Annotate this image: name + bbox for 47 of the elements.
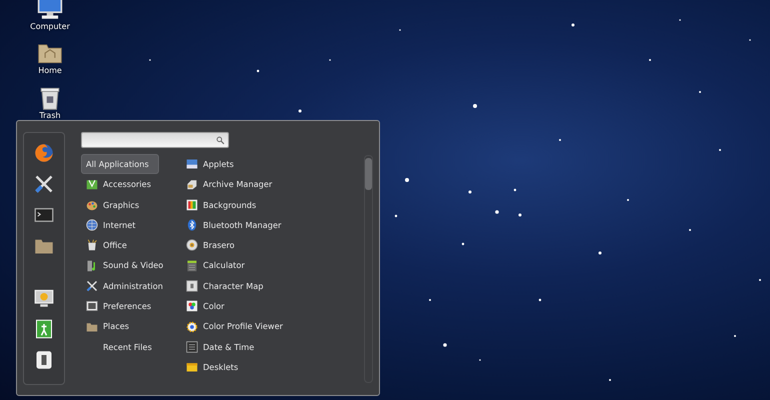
panel-icon <box>186 158 198 170</box>
note-icon <box>186 361 198 374</box>
color-bars-icon <box>186 198 198 211</box>
application-item[interactable]: Calculator <box>183 255 290 276</box>
icon-label[interactable]: Trash <box>39 111 61 121</box>
application-item[interactable]: Desklets <box>183 356 290 378</box>
computer-icon[interactable] <box>37 0 63 22</box>
globe-icon[interactable] <box>34 143 54 163</box>
application-item[interactable]: Date & Time <box>183 336 290 357</box>
search-icon <box>216 136 225 144</box>
category-item[interactable]: All Applications <box>81 154 159 174</box>
box-icon <box>186 178 198 190</box>
application-item[interactable]: Color <box>183 296 290 316</box>
panel-icon <box>86 300 98 312</box>
terminal-icon[interactable] <box>34 205 54 225</box>
category-item[interactable]: Office <box>81 235 159 256</box>
bluetooth-icon <box>186 219 198 232</box>
monitor-icon[interactable] <box>34 288 54 308</box>
icon-label[interactable]: Computer <box>30 22 70 32</box>
exit-icon[interactable] <box>34 319 54 339</box>
application-item[interactable]: Bluetooth Manager <box>183 214 290 236</box>
application-item[interactable]: Applets <box>183 154 290 174</box>
category-item[interactable]: Accessories <box>81 174 159 195</box>
disc-icon <box>186 239 198 252</box>
gear-icon <box>186 320 198 333</box>
cup-icon <box>86 239 98 252</box>
application-item[interactable]: Archive Manager <box>183 174 290 195</box>
category-item[interactable]: Internet <box>81 214 159 236</box>
search-field[interactable] <box>81 132 229 148</box>
application-item[interactable]: Character Map <box>183 276 290 296</box>
icon-label[interactable]: Home <box>38 66 62 76</box>
palette-icon <box>86 198 98 211</box>
film-icon <box>86 260 98 272</box>
calculator-icon <box>186 260 198 272</box>
phone-icon[interactable] <box>34 350 54 370</box>
category-item[interactable]: Places <box>81 316 159 337</box>
panel-icon <box>186 280 198 292</box>
application-item[interactable]: Brasero <box>183 235 290 256</box>
scrollbar-thumb[interactable] <box>365 158 372 190</box>
category-item[interactable]: Graphics <box>81 194 159 215</box>
globe-icon <box>86 219 98 232</box>
category-item[interactable]: Recent Files <box>81 336 159 357</box>
application-item[interactable]: Color Profile Viewer <box>183 316 290 337</box>
category-item[interactable]: Preferences <box>81 296 159 316</box>
application-item[interactable]: Backgrounds <box>183 194 290 215</box>
squares-icon <box>186 300 198 312</box>
folder-icon <box>86 320 98 333</box>
